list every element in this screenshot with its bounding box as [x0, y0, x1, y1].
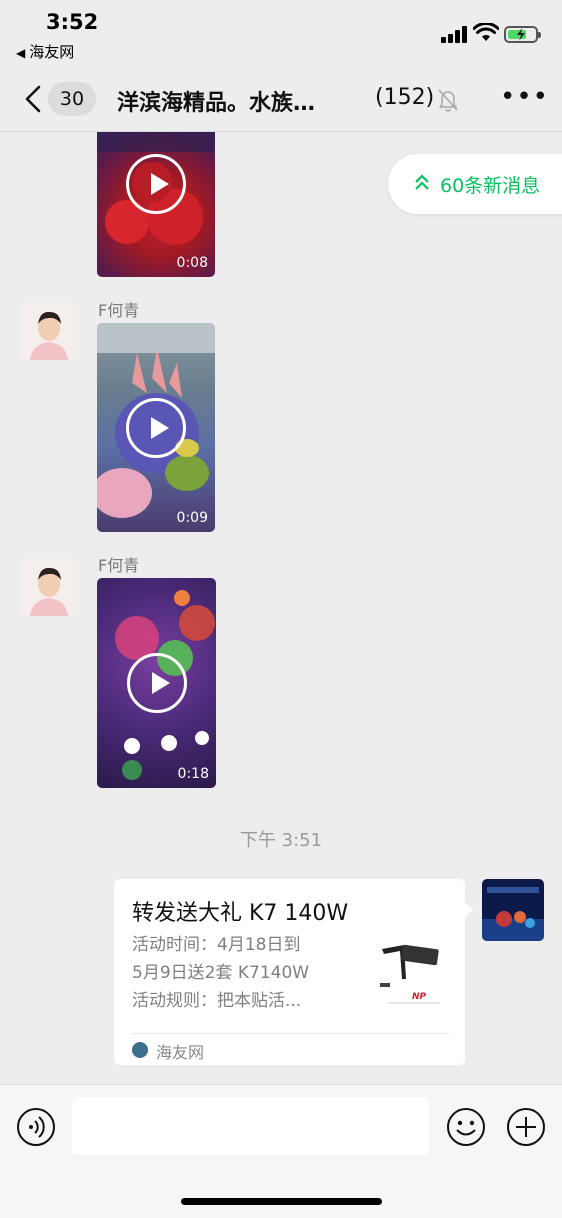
link-card-thumbnail: NP: [374, 939, 450, 1011]
chat-messages[interactable]: 0:08 60条新消息 F何青 0:09 F何青 0:18 下午 3:51 转发…: [0, 132, 562, 1084]
play-icon[interactable]: [126, 397, 186, 458]
video-message[interactable]: 0:09: [97, 323, 215, 532]
plus-icon[interactable]: [506, 1107, 546, 1147]
link-card-desc-line: 活动规则：把本贴活...: [132, 991, 302, 1011]
battery-icon: [504, 26, 541, 43]
more-icon[interactable]: •••: [500, 84, 548, 114]
status-bar: 3:52 ◀ 海友网: [0, 0, 562, 70]
video-message[interactable]: 0:08: [97, 132, 215, 277]
svg-text:NP: NP: [412, 992, 427, 1002]
link-card-source: 海友网: [156, 1043, 205, 1062]
emoji-icon[interactable]: [446, 1107, 486, 1147]
play-icon[interactable]: [126, 154, 186, 214]
wifi-icon: [473, 23, 499, 41]
avatar[interactable]: [20, 302, 78, 360]
chat-title[interactable]: 洋滨海精品。水族…: [117, 85, 315, 117]
back-triangle-icon: ◀: [16, 46, 26, 60]
link-card-desc-line: 5月9日送2套 K7140W: [132, 963, 310, 983]
back-to-app-link[interactable]: ◀ 海友网: [16, 41, 74, 62]
sender-name: F何青: [98, 301, 140, 320]
sender-name: F何青: [98, 556, 140, 575]
new-messages-label: 60条新消息: [440, 175, 541, 197]
status-time: 3:52: [46, 10, 99, 34]
source-logo-icon: [132, 1042, 148, 1058]
link-card-description: 活动时间：4月18日到 5月9日送2套 K7140W 活动规则：把本贴活...: [132, 931, 350, 1015]
chat-header: 30 洋滨海精品。水族… (152) •••: [0, 70, 562, 132]
member-count: (152): [375, 85, 435, 110]
video-message[interactable]: 0:18: [97, 578, 216, 788]
back-app-label: 海友网: [29, 43, 75, 61]
signal-icon: [441, 25, 467, 43]
voice-icon[interactable]: [16, 1107, 56, 1147]
link-card-divider: [132, 1033, 449, 1034]
video-duration: 0:09: [176, 510, 208, 526]
message-timestamp: 下午 3:51: [239, 830, 323, 851]
unread-count-badge[interactable]: 30: [48, 82, 96, 116]
my-avatar[interactable]: [482, 879, 544, 941]
link-card-desc-line: 活动时间：4月18日到: [132, 935, 301, 955]
home-indicator[interactable]: [181, 1198, 382, 1205]
avatar[interactable]: [20, 558, 78, 616]
mute-bell-icon: [438, 89, 458, 112]
play-icon[interactable]: [126, 653, 187, 713]
video-duration: 0:08: [176, 255, 208, 271]
link-card[interactable]: 转发送大礼 K7 140W 活动时间：4月18日到 5月9日送2套 K7140W…: [114, 879, 473, 1065]
new-messages-button[interactable]: 60条新消息: [388, 154, 562, 214]
link-card-title: 转发送大礼 K7 140W: [132, 901, 349, 926]
double-chevron-up-icon: [415, 174, 429, 190]
message-input[interactable]: [72, 1097, 429, 1155]
video-duration: 0:18: [177, 766, 209, 782]
back-chevron-icon[interactable]: [22, 84, 48, 114]
